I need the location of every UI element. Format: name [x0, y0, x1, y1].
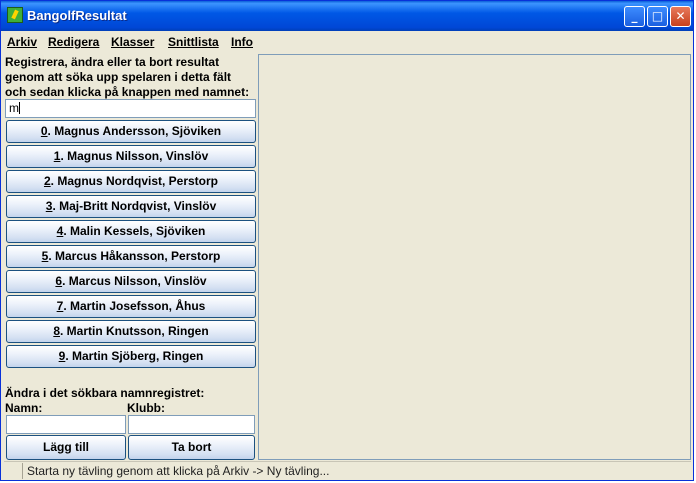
player-search-input[interactable]: m [5, 99, 256, 118]
menu-arkiv[interactable]: Arkiv [7, 35, 37, 49]
player-button-7[interactable]: 7. Martin Josefsson, Åhus [6, 295, 256, 318]
delete-button[interactable]: Ta bort [128, 435, 255, 460]
klubb-label: Klubb: [127, 401, 165, 415]
player-button-6[interactable]: 6. Marcus Nilsson, Vinslöv [6, 270, 256, 293]
player-button-1[interactable]: 1. Magnus Nilsson, Vinslöv [6, 145, 256, 168]
register-heading: Ändra i det sökbara namnregistret: [5, 386, 205, 400]
klubb-input[interactable] [128, 415, 255, 434]
instructions: Registrera, ändra eller ta bort resultat… [5, 55, 250, 99]
menu-klasser[interactable]: Klasser [111, 35, 154, 49]
player-button-9[interactable]: 9. Martin Sjöberg, Ringen [6, 345, 256, 368]
menu-snittlista[interactable]: Snittlista [168, 35, 219, 49]
player-list: 0. Magnus Andersson, Sjöviken 1. Magnus … [6, 120, 256, 370]
player-button-0[interactable]: 0. Magnus Andersson, Sjöviken [6, 120, 256, 143]
app-window: BangolfResultat _ □ ✕ Arkiv Redigera Kla… [0, 0, 694, 481]
close-button[interactable]: ✕ [670, 6, 691, 27]
title-bar[interactable]: BangolfResultat _ □ ✕ [1, 1, 693, 31]
text-caret [19, 102, 20, 114]
results-panel [258, 54, 691, 460]
namn-input[interactable] [6, 415, 126, 434]
player-button-4[interactable]: 4. Malin Kessels, Sjöviken [6, 220, 256, 243]
left-panel: Registrera, ändra eller ta bort resultat… [4, 53, 258, 461]
status-bar: Starta ny tävling genom att klicka på Ar… [4, 461, 691, 480]
status-divider [22, 463, 23, 479]
player-button-5[interactable]: 5. Marcus Håkansson, Perstorp [6, 245, 256, 268]
player-button-2[interactable]: 2. Magnus Nordqvist, Perstorp [6, 170, 256, 193]
namn-label: Namn: [5, 401, 43, 415]
player-button-8[interactable]: 8. Martin Knutsson, Ringen [6, 320, 256, 343]
maximize-button[interactable]: □ [647, 6, 668, 27]
status-text: Starta ny tävling genom att klicka på Ar… [27, 464, 330, 478]
player-button-3[interactable]: 3. Maj-Britt Nordqvist, Vinslöv [6, 195, 256, 218]
minimize-button[interactable]: _ [624, 6, 645, 27]
window-title: BangolfResultat [27, 8, 127, 23]
menu-info[interactable]: Info [231, 35, 253, 49]
golf-app-icon [7, 7, 23, 23]
menu-redigera[interactable]: Redigera [48, 35, 99, 49]
menu-bar: Arkiv Redigera Klasser Snittlista Info [1, 31, 693, 53]
add-button[interactable]: Lägg till [6, 435, 126, 460]
